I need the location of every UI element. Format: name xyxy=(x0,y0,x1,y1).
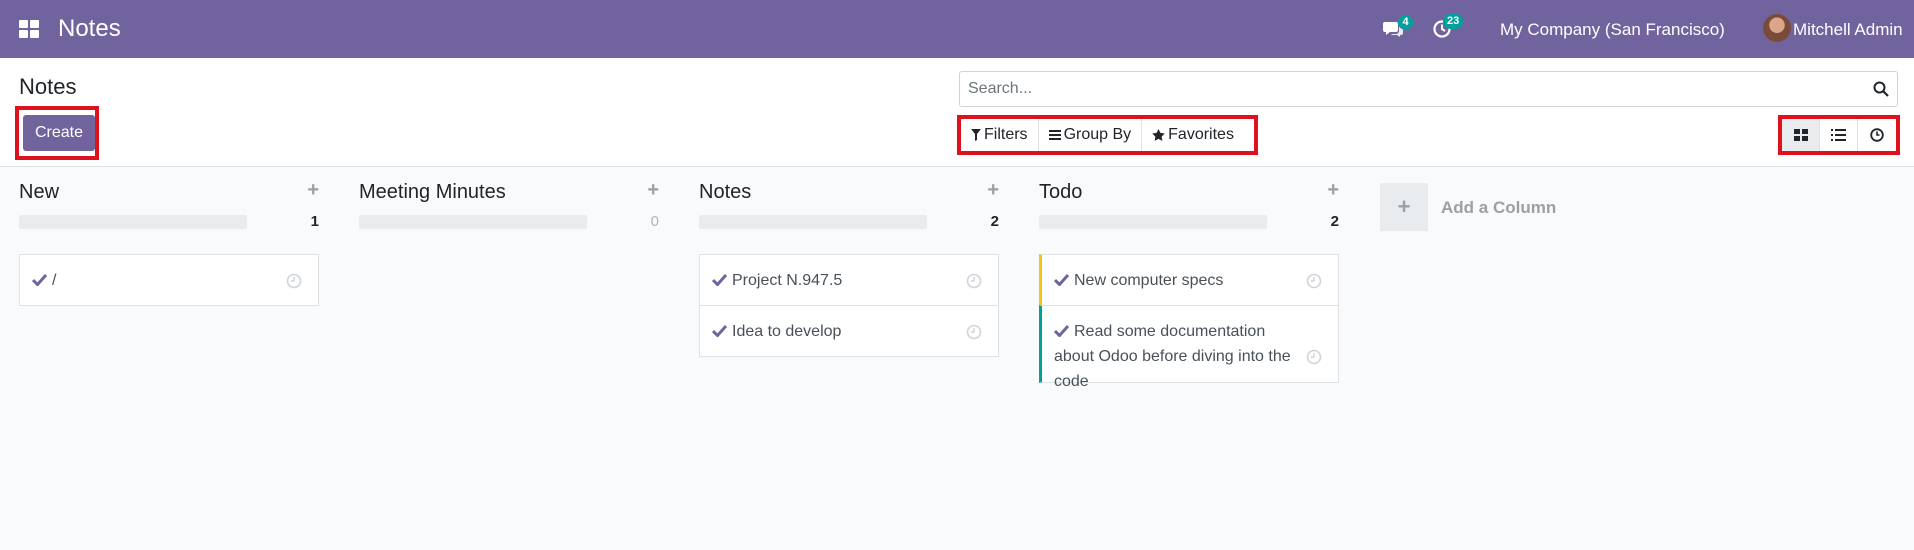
user-avatar[interactable] xyxy=(1763,14,1791,42)
check-icon[interactable] xyxy=(1054,273,1069,286)
view-switcher-highlight-box xyxy=(1778,115,1900,155)
quick-create-plus-icon[interactable]: + xyxy=(307,179,319,202)
list-icon xyxy=(1831,129,1846,141)
kanban-card[interactable]: Read some documentation about Odoo befor… xyxy=(1039,305,1339,390)
check-icon[interactable] xyxy=(1054,324,1069,337)
create-highlight-box: Create xyxy=(15,106,99,160)
page-title: Notes xyxy=(19,74,77,99)
column-title[interactable]: New xyxy=(19,181,59,204)
quick-create-plus-icon[interactable]: + xyxy=(1327,179,1339,202)
activity-clock-icon[interactable] xyxy=(286,273,302,289)
company-switcher[interactable]: My Company (San Francisco) xyxy=(1500,20,1725,40)
activities-count-badge: 23 xyxy=(1443,14,1464,29)
control-panel: Notes Create Filters Group By Favorites xyxy=(0,58,1914,167)
column-progress-bar xyxy=(699,215,927,229)
card-title: Project N.947.5 xyxy=(732,272,843,289)
quick-create-plus-icon[interactable]: + xyxy=(987,179,999,202)
search-box xyxy=(959,71,1898,107)
card-title: Idea to develop xyxy=(732,323,842,340)
kanban-view-button[interactable] xyxy=(1782,119,1820,151)
favorites-button[interactable]: Favorites xyxy=(1142,119,1244,151)
search-input[interactable] xyxy=(968,72,1848,106)
activity-clock-icon[interactable] xyxy=(1306,273,1322,289)
check-icon[interactable] xyxy=(712,273,727,286)
add-column-button[interactable]: + Add a Column xyxy=(1380,183,1620,231)
activity-clock-icon xyxy=(1870,128,1884,142)
column-count: 1 xyxy=(310,213,319,230)
favorites-label: Favorites xyxy=(1168,126,1234,143)
column-progress-bar xyxy=(19,215,247,229)
user-menu[interactable]: Mitchell Admin xyxy=(1793,20,1903,40)
create-button[interactable]: Create xyxy=(23,115,95,151)
search-options-highlight-box: Filters Group By Favorites xyxy=(957,115,1258,155)
add-column-plus-icon[interactable]: + xyxy=(1380,183,1428,231)
column-progress-bar xyxy=(359,215,587,229)
add-column-label[interactable]: Add a Column xyxy=(1441,198,1556,218)
filters-label: Filters xyxy=(984,126,1028,143)
column-title[interactable]: Meeting Minutes xyxy=(359,181,506,204)
filter-funnel-icon xyxy=(971,129,981,141)
card-title: New computer specs xyxy=(1074,272,1224,289)
check-icon[interactable] xyxy=(32,273,47,286)
kanban-grid-icon xyxy=(1793,129,1808,141)
group-by-button[interactable]: Group By xyxy=(1039,119,1143,151)
filters-button[interactable]: Filters xyxy=(961,119,1039,151)
quick-create-plus-icon[interactable]: + xyxy=(647,179,659,202)
kanban-card[interactable]: New computer specs xyxy=(1039,254,1339,306)
group-by-bars-icon xyxy=(1048,130,1061,140)
search-icon[interactable] xyxy=(1873,81,1889,97)
activity-view-button[interactable] xyxy=(1858,119,1896,151)
app-title[interactable]: Notes xyxy=(58,15,121,43)
favorites-star-icon xyxy=(1152,129,1165,141)
card-title: Read some documentation about Odoo befor… xyxy=(1054,323,1291,390)
column-count: 0 xyxy=(650,213,659,230)
kanban-card[interactable]: Idea to develop xyxy=(699,305,999,357)
card-title: / xyxy=(52,272,57,289)
messages-count-badge: 4 xyxy=(1398,15,1413,30)
apps-menu-icon[interactable] xyxy=(19,20,39,38)
activity-clock-icon[interactable] xyxy=(966,324,982,340)
kanban-card[interactable]: Project N.947.5 xyxy=(699,254,999,306)
check-icon[interactable] xyxy=(712,324,727,337)
column-title[interactable]: Notes xyxy=(699,181,751,204)
column-count: 2 xyxy=(990,213,999,230)
column-progress-bar xyxy=(1039,215,1267,229)
top-navbar: Notes 4 23 My Company (San Francisco) Mi… xyxy=(0,0,1914,58)
column-count: 2 xyxy=(1330,213,1339,230)
list-view-button[interactable] xyxy=(1820,119,1858,151)
activity-clock-icon[interactable] xyxy=(1306,349,1322,365)
kanban-board: New + 1 / Meeting Minutes + 0 Notes + 2 … xyxy=(0,167,1914,550)
activity-clock-icon[interactable] xyxy=(966,273,982,289)
column-title[interactable]: Todo xyxy=(1039,181,1082,204)
group-by-label: Group By xyxy=(1063,126,1132,143)
kanban-card[interactable]: / xyxy=(19,254,319,306)
